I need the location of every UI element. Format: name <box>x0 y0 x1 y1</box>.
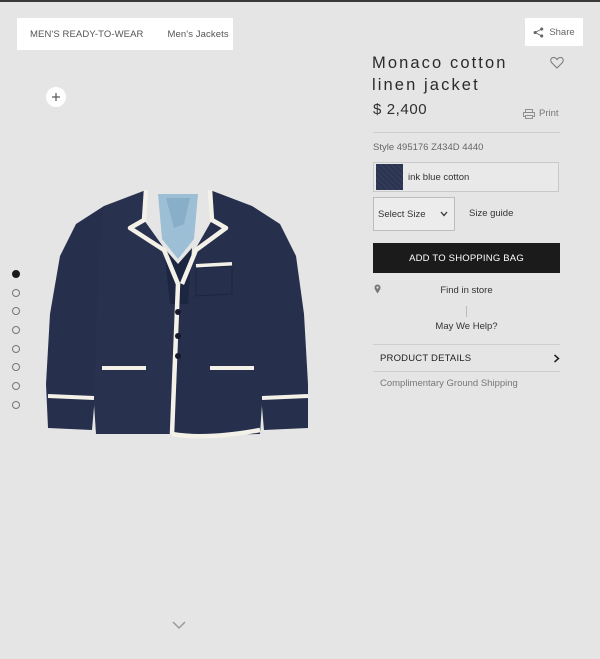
chevron-down-icon <box>440 211 448 217</box>
pagination-dot[interactable] <box>12 288 20 297</box>
share-icon <box>533 26 544 38</box>
zoom-button[interactable] <box>46 87 66 107</box>
shipping-note: Complimentary Ground Shipping <box>380 378 518 389</box>
pagination-dot[interactable] <box>12 382 20 391</box>
product-details-toggle[interactable]: PRODUCT DETAILS <box>373 346 560 371</box>
product-details-label: PRODUCT DETAILS <box>380 353 472 364</box>
pagination-dot[interactable] <box>12 326 20 335</box>
may-we-help-link[interactable]: May We Help? <box>373 321 560 332</box>
pagination-dot[interactable] <box>12 270 20 278</box>
style-code: Style 495176 Z434D 4440 <box>373 142 484 153</box>
product-image <box>46 189 309 439</box>
size-select-value: Select Size <box>378 208 426 220</box>
share-button[interactable]: Share <box>525 18 583 46</box>
product-title: Monaco cotton linen jacket <box>372 52 542 96</box>
divider <box>373 132 560 133</box>
divider <box>466 306 467 317</box>
breadcrumb-mens-jackets[interactable]: Men's Jackets <box>156 29 241 40</box>
heart-icon[interactable] <box>550 56 564 69</box>
find-in-store-label: Find in store <box>440 285 493 296</box>
divider <box>373 344 560 345</box>
pagination-dot[interactable] <box>12 344 20 353</box>
product-title-line2: linen jacket <box>372 76 480 94</box>
breadcrumb-mens-ready-to-wear[interactable]: MEN'S READY-TO-WEAR <box>17 29 156 40</box>
top-border <box>0 0 600 2</box>
size-select[interactable]: Select Size <box>373 197 455 231</box>
chevron-down-icon[interactable] <box>170 618 188 632</box>
color-swatch <box>376 164 403 190</box>
color-label: ink blue cotton <box>408 171 470 183</box>
product-price: $ 2,400 <box>373 101 428 118</box>
product-title-line1: Monaco cotton <box>372 54 508 72</box>
add-to-bag-button[interactable]: ADD TO SHOPPING BAG <box>373 243 560 273</box>
divider <box>373 371 560 372</box>
print-button[interactable]: Print <box>523 108 559 119</box>
share-label: Share <box>549 26 575 38</box>
breadcrumb: MEN'S READY-TO-WEAR Men's Jackets <box>17 18 233 50</box>
pagination-dot[interactable] <box>12 400 20 409</box>
size-guide-link[interactable]: Size guide <box>469 208 513 219</box>
image-pagination <box>12 270 22 420</box>
pagination-dot[interactable] <box>12 363 20 372</box>
chevron-right-icon <box>554 354 560 363</box>
pagination-dot[interactable] <box>12 307 20 316</box>
color-selector[interactable]: ink blue cotton <box>373 162 559 192</box>
printer-icon <box>523 108 535 119</box>
plus-icon <box>52 93 60 101</box>
print-label: Print <box>539 108 559 119</box>
find-in-store-link[interactable]: Find in store <box>373 284 560 298</box>
